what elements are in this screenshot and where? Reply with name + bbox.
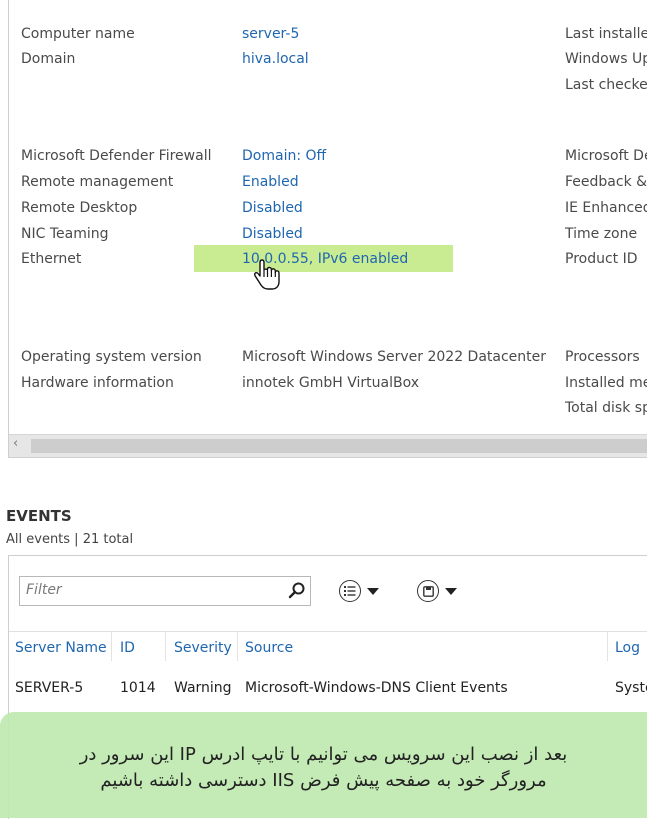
horizontal-scrollbar[interactable]: ‹ (9, 434, 647, 457)
remote-desktop-label: Remote Desktop (21, 200, 138, 216)
caption-line-1: بعد از نصب این سرویس می توانیم با تایپ ا… (79, 744, 568, 765)
event-cell-severity[interactable]: Warning (174, 676, 232, 700)
nic-teaming-link[interactable]: Disabled (242, 222, 303, 246)
search-icon[interactable] (288, 581, 306, 599)
remote-desktop-link[interactable]: Disabled (242, 196, 303, 220)
last-installed-label: Last installed (565, 26, 647, 42)
ethernet-label: Ethernet (21, 251, 82, 267)
save-icon (417, 580, 439, 602)
hand-cursor-icon (253, 259, 280, 290)
firewall-link[interactable]: Domain: Off (242, 144, 326, 168)
column-header-id[interactable]: ID (120, 636, 135, 660)
events-subtitle: All events | 21 total (6, 532, 134, 547)
scroll-left-icon[interactable]: ‹ (13, 436, 18, 451)
view-options-button[interactable] (339, 578, 379, 604)
column-separator (237, 631, 238, 661)
domain-link[interactable]: hiva.local (242, 47, 309, 71)
subtitle-caption: بعد از نصب این سرویس می توانیم با تایپ ا… (0, 712, 647, 818)
column-separator (165, 631, 166, 661)
hardware-info-label: Hardware information (21, 375, 174, 391)
computer-name-link[interactable]: server-5 (242, 22, 299, 46)
domain-label: Domain (21, 51, 76, 67)
header-divider (9, 631, 647, 632)
server-properties-panel: Computer name server-5 Domain hiva.local… (8, 0, 647, 458)
windows-update-label: Windows Up (565, 51, 647, 67)
remote-management-link[interactable]: Enabled (242, 170, 299, 194)
save-options-button[interactable] (417, 578, 457, 604)
column-header-server-name[interactable]: Server Name (15, 636, 107, 660)
ie-enhanced-label: IE Enhanced (565, 200, 647, 216)
processors-label: Processors (565, 349, 640, 365)
feedback-label: Feedback & (565, 174, 647, 190)
time-zone-label: Time zone (565, 226, 638, 242)
nic-teaming-label: NIC Teaming (21, 226, 109, 242)
defender-label: Microsoft De (565, 148, 647, 164)
filter-box[interactable] (19, 576, 311, 606)
remote-management-label: Remote management (21, 174, 174, 190)
installed-memory-label: Installed me (565, 375, 647, 391)
event-cell-source[interactable]: Microsoft-Windows-DNS Client Events (245, 676, 508, 700)
os-version-value: Microsoft Windows Server 2022 Datacenter (242, 349, 547, 365)
event-cell-log[interactable]: Syste (615, 676, 647, 700)
firewall-label: Microsoft Defender Firewall (21, 148, 212, 164)
column-separator (607, 631, 608, 661)
event-cell-id[interactable]: 1014 (120, 676, 156, 700)
os-version-label: Operating system version (21, 349, 202, 365)
events-title: EVENTS (6, 507, 72, 525)
total-disk-label: Total disk sp (565, 400, 647, 416)
chevron-down-icon (445, 587, 457, 595)
computer-name-label: Computer name (21, 26, 135, 42)
last-checked-label: Last checked (565, 77, 647, 93)
hardware-info-value: innotek GmbH VirtualBox (242, 375, 419, 391)
column-separator (111, 631, 112, 661)
column-header-log[interactable]: Log (615, 636, 640, 660)
column-header-source[interactable]: Source (245, 636, 293, 660)
scrollbar-thumb[interactable] (31, 439, 647, 453)
filter-input[interactable] (20, 577, 282, 603)
column-header-severity[interactable]: Severity (174, 636, 232, 660)
event-cell-server[interactable]: SERVER-5 (15, 676, 83, 700)
caption-line-2: مرورگر خود به صفحه پیش فرض IIS دسترسی دا… (100, 770, 547, 791)
chevron-down-icon (367, 587, 379, 595)
product-id-label: Product ID (565, 251, 638, 267)
list-view-icon (339, 580, 361, 602)
